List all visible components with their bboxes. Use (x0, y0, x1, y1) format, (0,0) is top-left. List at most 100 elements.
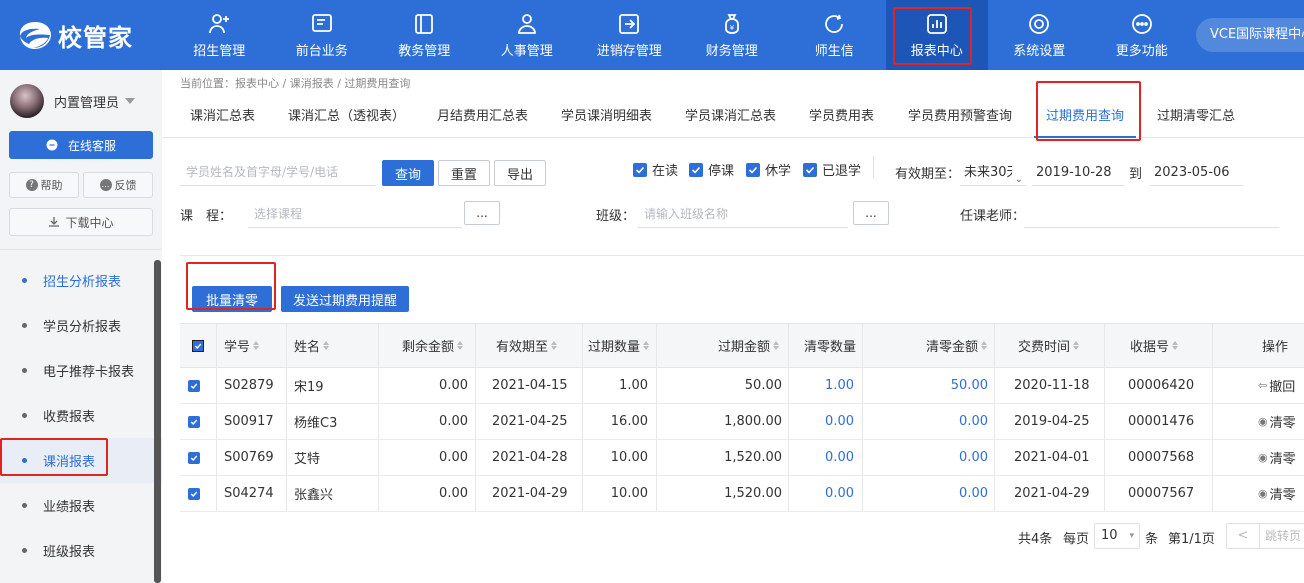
date-to-input[interactable]: 2023-05-06 (1150, 160, 1243, 186)
class-picker-button[interactable]: ... (853, 201, 889, 225)
nav-label: 师生信 (814, 43, 854, 59)
col-header-valid-until[interactable]: 有效期至 (496, 324, 558, 367)
checkbox-checked[interactable] (689, 162, 703, 177)
cell-clear-amount[interactable]: 0.00 (862, 404, 988, 439)
col-header-name[interactable]: 姓名 (294, 324, 330, 367)
col-header-pay-time[interactable]: 交费时间 (1018, 324, 1080, 367)
col-header-receipt[interactable]: 收据号 (1130, 324, 1179, 367)
nav-item-finance[interactable]: ¥ 财务管理 (681, 0, 784, 70)
chevron-down-icon: ⌄ (1014, 174, 1023, 185)
nav-item-front-desk[interactable]: 前台业务 (271, 0, 374, 70)
menu-item-student-analysis[interactable]: 学员分析报表 (0, 303, 162, 348)
reset-button[interactable]: 重置 (438, 160, 490, 186)
help-label: 帮助 (40, 179, 63, 192)
menu-item-performance[interactable]: 业绩报表 (0, 483, 162, 528)
clear-button[interactable]: ◉ 清零 (1258, 404, 1296, 439)
course-input[interactable]: 选择课程 (248, 200, 462, 228)
query-button[interactable]: 查询 (382, 160, 434, 186)
checkbox-checked[interactable] (633, 162, 647, 177)
person-icon (517, 13, 536, 34)
col-divider (994, 324, 995, 367)
col-header-expired-qty[interactable]: 过期数量 (588, 324, 650, 367)
course-picker-button[interactable]: ... (464, 201, 500, 225)
status-check-leave[interactable]: 休学 (746, 160, 791, 179)
jump-page-input[interactable]: 跳转页 (1259, 523, 1304, 549)
prev-page-button[interactable]: < (1226, 523, 1260, 549)
menu-item-fee-report[interactable]: 收费报表 (0, 393, 162, 438)
cell-clear-qty[interactable]: 0.00 (788, 404, 854, 439)
avatar (10, 84, 44, 118)
tab-student-fees[interactable]: 学员费用表 (809, 96, 874, 138)
cell-clear-amount[interactable]: 50.00 (862, 368, 988, 403)
row-checkbox[interactable] (188, 368, 208, 403)
date-from-input[interactable]: 2019-10-28 (1032, 160, 1124, 186)
undo-button[interactable]: ⇦ 撤回 (1258, 368, 1295, 403)
nav-item-inventory[interactable]: 进销存管理 (578, 0, 681, 70)
clear-button[interactable]: ◉ 清零 (1258, 440, 1296, 475)
teacher-input[interactable] (1024, 200, 1279, 228)
nav-item-academic[interactable]: 教务管理 (373, 0, 476, 70)
download-center-button[interactable]: 下载中心 (9, 208, 153, 236)
tab-expired-clear-summary[interactable]: 过期清零汇总 (1157, 96, 1235, 138)
user-menu[interactable]: 内置管理员 (10, 84, 136, 118)
cell-receipt: 00006420 (1128, 378, 1195, 393)
menu-item-recruit-analysis[interactable]: 招生分析报表 (0, 258, 162, 303)
cell-clear-qty[interactable]: 1.00 (788, 368, 854, 403)
select-all-checkbox[interactable] (192, 324, 212, 367)
tab-monthly-summary[interactable]: 月结费用汇总表 (437, 96, 528, 138)
feedback-button[interactable]: … 反馈 (83, 172, 153, 198)
cell-valid-until: 2021-04-25 (492, 414, 568, 429)
clear-button[interactable]: ◉ 清零 (1258, 476, 1296, 511)
checkbox-checked[interactable] (746, 162, 760, 177)
status-check-enrolled[interactable]: 在读 (633, 160, 678, 179)
menu-item-referral-card[interactable]: 电子推荐卡报表 (0, 348, 162, 393)
col-divider (1212, 324, 1213, 367)
col-header-expired-amount[interactable]: 过期金额 (718, 324, 780, 367)
tab-consumption-pivot[interactable]: 课消汇总（透视表） (288, 96, 405, 138)
valid-range-value: 未来30天 (964, 165, 1012, 180)
status-check-withdrawn[interactable]: 已退学 (803, 160, 861, 179)
checkbox-checked[interactable] (803, 162, 817, 177)
valid-range-select[interactable]: 未来30天⌄ (960, 160, 1026, 186)
menu-item-class-report[interactable]: 班级报表 (0, 528, 162, 573)
nav-item-hr[interactable]: 人事管理 (476, 0, 579, 70)
nav-item-settings[interactable]: 系统设置 (988, 0, 1091, 70)
row-checkbox[interactable] (188, 476, 208, 511)
cell-clear-qty[interactable]: 0.00 (788, 440, 854, 475)
tab-fee-warning[interactable]: 学员费用预警查询 (908, 96, 1012, 138)
student-search-input[interactable]: 学员姓名及首字母/学号/电话 (180, 158, 376, 186)
cell-clear-qty[interactable]: 0.00 (788, 476, 854, 511)
class-input[interactable]: 请输入班级名称 (638, 200, 848, 228)
nav-item-recruit[interactable]: 招生管理 (168, 0, 271, 70)
col-header-clear-amount[interactable]: 清零金额 (926, 324, 988, 367)
help-icon: ? (25, 179, 38, 191)
header-label: 交费时间 (1018, 340, 1071, 355)
help-button[interactable]: ? 帮助 (9, 172, 79, 198)
page-size-select[interactable]: 10 ▾ (1094, 523, 1140, 549)
highlight-box-batch-clear (186, 262, 276, 310)
cell-clear-amount[interactable]: 0.00 (862, 440, 988, 475)
export-button[interactable]: 导出 (494, 160, 546, 186)
col-header-student-id[interactable]: 学号 (224, 324, 260, 367)
tab-student-detail[interactable]: 学员课消明细表 (561, 96, 652, 138)
tab-student-summary[interactable]: 学员课消汇总表 (685, 96, 776, 138)
table-row: S00769 艾特 0.00 2021-04-28 10.00 1,520.00… (180, 440, 1304, 476)
sidebar-scrollbar[interactable] (154, 260, 161, 583)
page-size-value: 10 (1101, 528, 1118, 543)
nav-item-messages[interactable]: 师生信 (783, 0, 886, 70)
per-page-label: 每页 (1063, 532, 1090, 547)
cell-remaining: 0.00 (439, 486, 468, 501)
menu-label: 收费报表 (43, 410, 96, 425)
org-switcher[interactable]: VCE国际课程中心 (1196, 18, 1304, 52)
online-service-button[interactable]: 在线客服 (9, 131, 153, 159)
nav-item-more[interactable]: 更多功能 (1091, 0, 1194, 70)
tab-consumption-summary[interactable]: 课消汇总表 (190, 96, 255, 138)
app-logo[interactable]: 校管家 (18, 17, 133, 53)
row-checkbox[interactable] (188, 404, 208, 439)
row-checkbox[interactable] (188, 440, 208, 475)
status-check-suspended[interactable]: 停课 (689, 160, 734, 179)
bullet (22, 323, 27, 328)
col-header-remaining[interactable]: 剩余金额 (402, 324, 464, 367)
cell-clear-amount[interactable]: 0.00 (862, 476, 988, 511)
send-expiry-reminder-button[interactable]: 发送过期费用提醒 (281, 286, 409, 312)
